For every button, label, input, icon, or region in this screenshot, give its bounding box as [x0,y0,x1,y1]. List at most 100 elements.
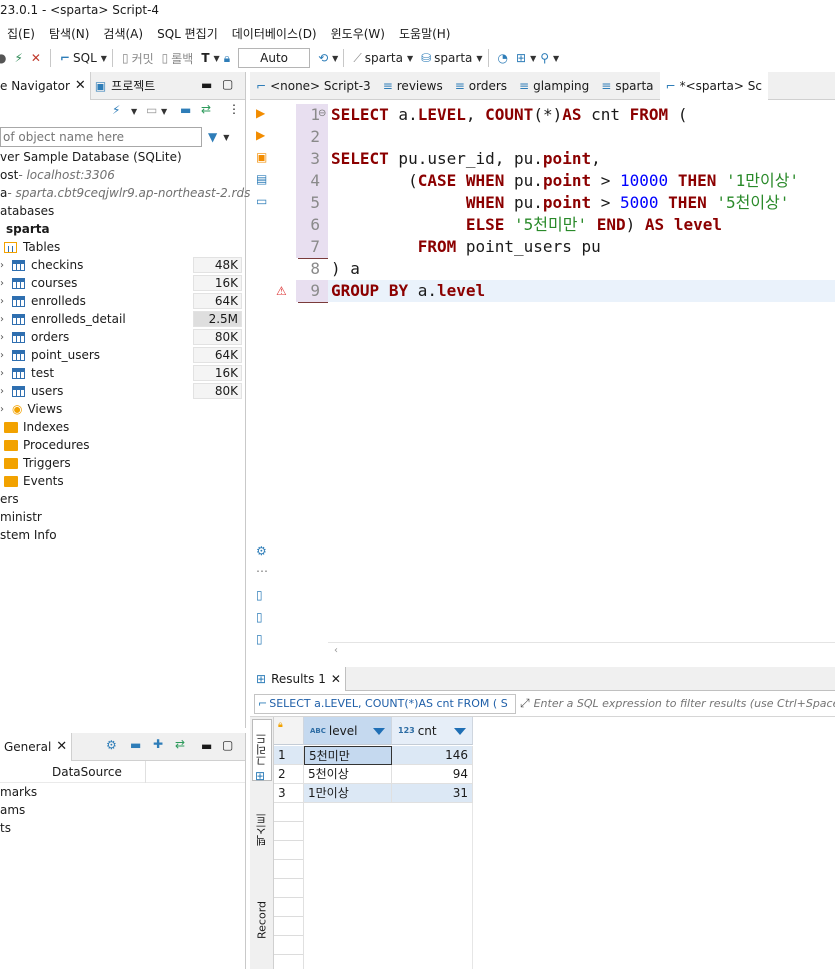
lock-icon[interactable]: 🔒︎ [224,51,230,66]
new-connection-icon[interactable]: ● [0,51,6,65]
more-options-icon[interactable]: ⋮ [228,102,240,116]
chevron-down-icon[interactable]: ▼ [530,54,536,63]
rollback-button[interactable]: ▯ 롤백 [162,50,194,67]
code-line[interactable] [328,126,835,148]
collapse-all-icon[interactable]: ▬ [180,103,191,117]
disconnect-icon[interactable]: ✕ [31,51,41,65]
expand-icon[interactable]: ⤢ [520,696,530,711]
chevron-down-icon[interactable]: ▼ [131,107,137,116]
close-icon[interactable]: ✕ [331,672,341,686]
code-line[interactable]: WHEN pu.point > 5000 THEN '5천이상' [328,192,835,214]
tree-item-databases[interactable]: atabases [0,202,245,220]
menu-edit[interactable]: 집(E) [0,22,42,44]
sort-arrow-icon[interactable] [373,728,385,735]
auto-commit-mode[interactable]: Auto [238,48,311,68]
datasource-selector[interactable]: ⟋ sparta [353,51,403,66]
commit-button[interactable]: ▯ 커밋 [122,50,154,67]
table-item[interactable]: › enrolleds 64K [0,292,245,310]
chevron-down-icon[interactable]: ▼ [214,54,220,63]
tree-item-triggers[interactable]: Triggers [0,454,245,472]
more-icon[interactable]: ⋯ [256,564,270,578]
sort-arrow-icon[interactable] [454,728,466,735]
chevron-down-icon[interactable]: ▼ [223,133,229,142]
chevron-right-icon[interactable]: › [0,368,12,379]
chevron-down-icon[interactable]: ▼ [101,54,107,63]
tab-general[interactable]: General ✕ [0,732,73,761]
terminal-icon[interactable]: ▭ [256,194,270,208]
navigator-search-input[interactable] [0,127,202,147]
column-header-level[interactable]: ABC level [304,717,392,745]
sql-editor-text[interactable]: SELECT a.LEVEL, COUNT(*)AS cnt FROM ( SEL… [328,104,835,644]
tab-sparta[interactable]: ≡ sparta [595,72,659,100]
cell-cnt[interactable]: 146 [392,746,473,765]
chevron-down-icon[interactable]: ▼ [407,54,413,63]
tree-item-sparta[interactable]: sparta [0,220,245,238]
settings-icon[interactable]: ⚙ [106,738,117,752]
dashboard-icon[interactable]: ◔ [498,51,508,65]
results-filter-input[interactable] [533,693,835,714]
menu-navigate[interactable]: 탐색(N) [42,22,96,44]
collapse-icon[interactable]: ▬ [130,738,141,752]
tree-item-sample-database[interactable]: ver Sample Database (SQLite) [0,148,245,166]
minimize-icon[interactable]: ▬ [201,739,212,753]
table-item[interactable]: › checkins 48K [0,256,245,274]
tree-item-localhost[interactable]: ost - localhost:3306 [0,166,245,184]
tab-script-4[interactable]: ⌐ *<sparta> Sc [659,72,768,100]
cell-level[interactable]: 1만이상 [304,784,392,803]
column-header-cnt[interactable]: 123 cnt [392,717,473,745]
menu-search[interactable]: 검색(A) [96,22,150,44]
tree-item-tables[interactable]: Tables [0,238,245,256]
filter-icon[interactable]: ▼ [208,130,217,144]
add-icon[interactable]: ✚ [153,737,163,751]
code-line[interactable]: GROUP BY a.level [328,280,835,302]
maximize-icon[interactable]: ▢ [222,77,233,91]
tab-projects[interactable]: ▣ 프로젝트 [91,72,160,100]
tab-reviews[interactable]: ≡ reviews [377,72,449,100]
minimize-icon[interactable]: ▬ [201,78,212,92]
tree-item-procedures[interactable]: Procedures [0,436,245,454]
chevron-right-icon[interactable]: › [0,314,12,325]
search-icon[interactable]: ⚲ [540,51,549,65]
code-line[interactable]: (CASE WHEN pu.point > 10000 THEN '1만이상' [328,170,835,192]
tab-script-3[interactable]: ⌐ <none> Script-3 [250,72,377,100]
editor-horizontal-scrollbar[interactable]: ‹ [328,642,835,660]
chevron-right-icon[interactable]: › [0,332,12,343]
schema-selector[interactable]: ⛁ sparta [421,51,472,65]
chevron-right-icon[interactable]: › [0,386,12,397]
table-item[interactable]: › users 80K [0,382,245,400]
properties-row[interactable]: ts [0,819,245,837]
fold-icon[interactable]: ⊖ [318,108,326,119]
chevron-right-icon[interactable]: › [0,404,12,415]
code-line[interactable]: ) a [328,258,835,280]
code-line[interactable]: SELECT a.LEVEL, COUNT(*)AS cnt FROM ( [328,104,835,126]
code-line[interactable]: SELECT pu.user_id, pu.point, [328,148,835,170]
new-connection-icon[interactable]: ⚡ [112,103,120,117]
execute-script-icon[interactable]: ▣ [256,150,270,164]
table-item[interactable]: › orders 80K [0,328,245,346]
table-item[interactable]: › enrolleds_detail 2.5M [0,310,245,328]
scroll-left-icon[interactable]: ‹ [334,645,338,656]
tree-item-indexes[interactable]: Indexes [0,418,245,436]
table-item[interactable]: › test 16K [0,364,245,382]
tree-item-administer[interactable]: ministr [0,508,245,526]
execute-icon[interactable]: ▶ [256,106,270,120]
chevron-right-icon[interactable]: › [0,278,12,289]
sql-editor-button[interactable]: ⌐ SQL [60,51,97,65]
maximize-icon[interactable]: ▢ [222,738,233,752]
chevron-right-icon[interactable]: › [0,296,12,307]
chevron-down-icon[interactable]: ▼ [161,107,167,116]
settings-icon[interactable]: ⚙ [256,544,270,558]
tree-item-views[interactable]: › ◉ Views [0,400,245,418]
query-preview[interactable]: ⌐ SELECT a.LEVEL, COUNT(*)AS cnt FROM ( … [254,693,516,714]
chevron-right-icon[interactable]: › [0,260,12,271]
import-icon[interactable]: ▯ [256,610,270,624]
save-script-icon[interactable]: ▯ [256,632,270,646]
link-editor-icon[interactable]: ⇄ [201,102,211,116]
chevron-down-icon[interactable]: ▼ [553,54,559,63]
properties-row[interactable]: ams [0,801,245,819]
transaction-mode-icon[interactable]: T [201,51,209,65]
tree-item-rds-connection[interactable]: a - sparta.cbt9ceqjwlr9.ap-northeast-2.r… [0,184,273,202]
table-item[interactable]: › point_users 64K [0,346,245,364]
tab-orders[interactable]: ≡ orders [449,72,513,100]
tree-item-events[interactable]: Events [0,472,245,490]
